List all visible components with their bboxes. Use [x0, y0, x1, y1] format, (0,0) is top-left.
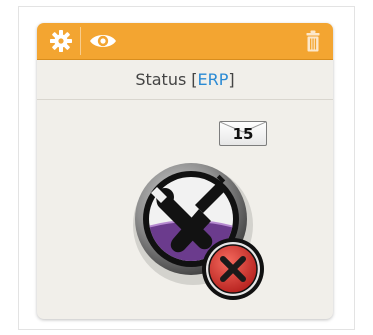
- service-status-icon[interactable]: [121, 151, 281, 311]
- gear-icon: [50, 30, 72, 52]
- view-button[interactable]: [83, 23, 123, 59]
- eye-icon: [90, 35, 116, 47]
- widget-toolbar: [37, 23, 333, 60]
- widget-title: Status [ ERP ]: [37, 60, 333, 100]
- title-tag: ERP: [197, 70, 229, 89]
- settings-button[interactable]: [43, 23, 79, 59]
- title-text: Status: [135, 70, 187, 89]
- tag-bracket-close: ]: [228, 70, 235, 89]
- trash-icon: [306, 30, 320, 52]
- toolbar-divider: [80, 27, 81, 55]
- notification-count: 15: [232, 125, 254, 143]
- error-badge: [202, 238, 264, 300]
- notification-badge[interactable]: 15: [219, 121, 267, 146]
- delete-button[interactable]: [299, 23, 327, 59]
